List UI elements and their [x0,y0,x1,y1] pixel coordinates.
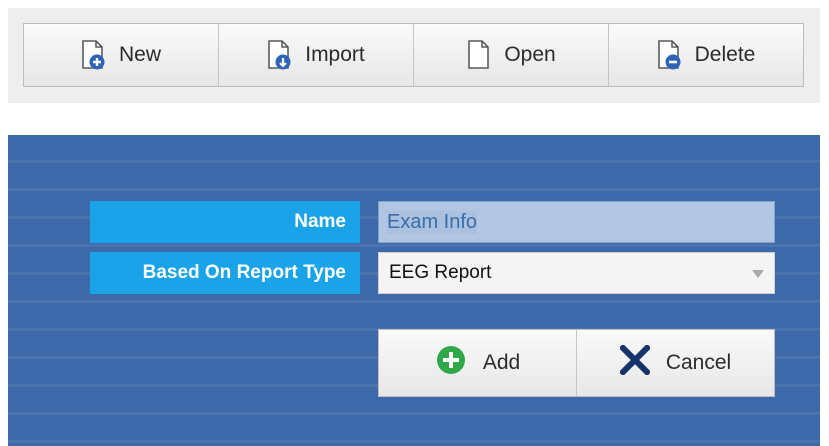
new-button[interactable]: New [24,24,219,86]
report-type-label: Based On Report Type [90,252,360,294]
add-button[interactable]: Add [379,330,577,396]
new-button-label: New [118,43,161,66]
report-type-select[interactable]: EEG Report [378,252,775,294]
cancel-button[interactable]: Cancel [577,330,774,396]
import-button-label: Import [305,43,365,66]
dialog-button-group: Add Cancel [378,329,775,397]
delete-button-label: Delete [694,43,756,66]
add-icon [435,344,467,382]
import-button[interactable]: Import [219,24,414,86]
cancel-button-label: Cancel [665,351,732,374]
name-label: Name [90,201,360,243]
report-type-value: EEG Report [389,262,492,283]
name-input[interactable]: Exam Info [378,201,775,243]
open-document-icon [466,40,492,70]
add-button-label: Add [482,351,521,374]
name-input-value: Exam Info [387,210,478,234]
delete-document-icon [657,40,683,70]
delete-button[interactable]: Delete [609,24,803,86]
new-document-icon [81,40,107,70]
toolbar-button-group: New Import Open Delete [23,23,804,87]
dropdown-arrow-icon[interactable] [752,270,764,278]
new-report-dialog: Name Exam Info Based On Report Type EEG … [8,135,820,446]
open-button[interactable]: Open [414,24,609,86]
import-document-icon [267,40,293,70]
toolbar: New Import Open Delete [8,8,820,103]
cancel-icon [618,343,652,381]
open-button-label: Open [504,43,556,66]
